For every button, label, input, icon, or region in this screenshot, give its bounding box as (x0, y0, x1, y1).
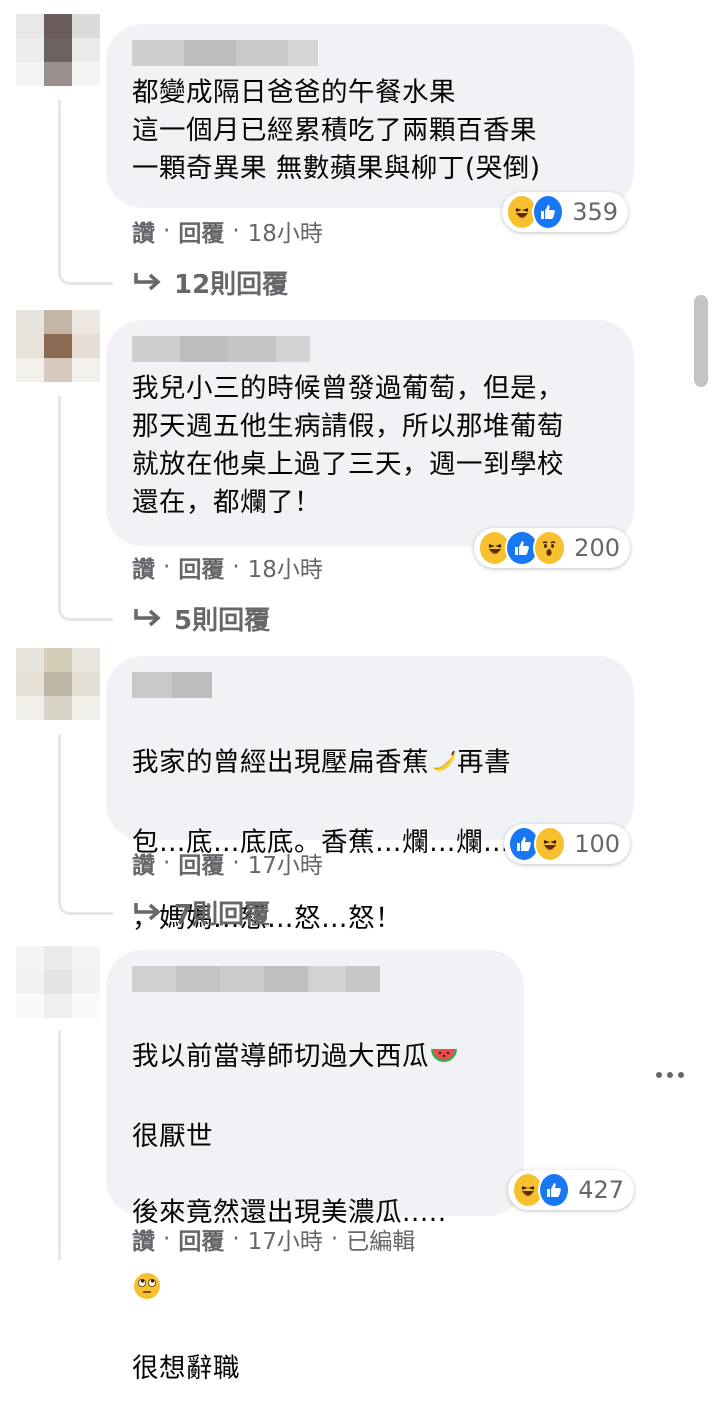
wow-icon (532, 530, 567, 566)
timestamp[interactable]: 18小時 (248, 550, 323, 584)
separator-dot: · (232, 1226, 240, 1252)
thread-line (58, 1030, 113, 1260)
haha-icon (534, 826, 567, 862)
reaction-summary[interactable]: 427 (508, 1170, 634, 1210)
like-button[interactable]: 讚 (132, 1222, 155, 1256)
like-icon (538, 1172, 571, 1208)
avatar[interactable] (16, 14, 100, 86)
view-replies-link[interactable]: 7則回覆 (132, 894, 270, 931)
reply-button[interactable]: 回覆 (178, 214, 224, 248)
comment-bubble: 我家的曾經出現壓扁香蕉 再書 包…底…底底。香蕉…爛…爛…爛 ，媽媽…怒…怒…怒！ (106, 656, 634, 934)
comment-actions: 讚 · 回覆 · 17小時 (132, 846, 323, 880)
like-icon (532, 194, 565, 230)
comment-line: 我家的曾經出現壓扁香蕉 (132, 747, 429, 778)
comment-line: 我以前當導師切過大西瓜 (132, 1041, 429, 1072)
view-replies-link[interactable]: 12則回覆 (132, 264, 288, 301)
reply-arrow-icon (134, 902, 161, 920)
more-options-icon[interactable] (656, 1072, 684, 1078)
avatar[interactable] (16, 310, 100, 382)
comment-line: 很厭世 (132, 1121, 213, 1152)
separator-dot: · (232, 850, 240, 876)
more-dot (678, 1072, 684, 1078)
separator-dot: · (232, 218, 240, 244)
reply-button[interactable]: 回覆 (178, 550, 224, 584)
comment-bubble: 我兒小三的時候曾發過葡萄，但是， 那天週五他生病請假，所以那堆葡萄 就放在他桌上… (106, 320, 634, 546)
reaction-count: 427 (578, 1176, 624, 1204)
reply-arrow-icon (134, 272, 161, 290)
comment-text: 我以前當導師切過大西瓜 很厭世 後來竟然還出現美濃瓜..... 很想辭職 (132, 1000, 498, 1426)
reaction-summary[interactable]: 359 (502, 192, 628, 232)
comment-text: 我兒小三的時候曾發過葡萄，但是， 那天週五他生病請假，所以那堆葡萄 就放在他桌上… (132, 373, 564, 518)
avatar[interactable] (16, 946, 100, 1018)
comment-actions: 讚 · 回覆 · 18小時 (132, 214, 323, 248)
like-button[interactable]: 讚 (132, 846, 155, 880)
view-replies-link[interactable]: 5則回覆 (132, 600, 270, 637)
reply-button[interactable]: 回覆 (178, 846, 224, 880)
thread-line (58, 396, 113, 621)
banana-icon (429, 747, 457, 786)
reaction-count: 200 (574, 534, 620, 562)
separator-dot: · (163, 554, 171, 580)
face-with-rolling-eyes-icon (132, 1271, 162, 1312)
reaction-summary[interactable]: 100 (504, 824, 630, 864)
blurred-author-name (132, 966, 498, 992)
timestamp[interactable]: 17小時 (248, 1222, 323, 1256)
comment-bubble: 我以前當導師切過大西瓜 很厭世 後來竟然還出現美濃瓜..... 很想辭職 (106, 950, 524, 1384)
comment-bubble: 都變成隔日爸爸的午餐水果 這一個月已經累積吃了兩顆百香果 一顆奇異果 無數蘋果與… (106, 24, 634, 208)
reaction-count: 359 (572, 198, 618, 226)
more-dot (656, 1072, 662, 1078)
comment-actions: 讚 · 回覆 · 17小時 · 已編輯 (132, 1222, 415, 1256)
thread-line (58, 734, 113, 915)
comment-actions: 讚 · 回覆 · 18小時 (132, 550, 323, 584)
separator-dot: · (163, 218, 171, 244)
reaction-summary[interactable]: 200 (474, 528, 630, 568)
like-button[interactable]: 讚 (132, 214, 155, 248)
replies-count-label: 7則回覆 (174, 900, 271, 930)
blurred-author-name (132, 40, 608, 66)
comment-line-tail: 再書 (457, 747, 511, 778)
replies-count-label: 5則回覆 (174, 606, 271, 636)
edited-label[interactable]: 已編輯 (346, 1222, 415, 1256)
comment-text: 都變成隔日爸爸的午餐水果 這一個月已經累積吃了兩顆百香果 一顆奇異果 無數蘋果與… (132, 77, 541, 184)
more-dot (667, 1072, 673, 1078)
separator-dot: · (330, 1226, 339, 1252)
reply-button[interactable]: 回覆 (178, 1222, 224, 1256)
comment-line: 很想辭職 (132, 1353, 240, 1384)
reply-arrow-icon (134, 608, 161, 626)
timestamp[interactable]: 18小時 (248, 214, 323, 248)
separator-dot: · (232, 554, 240, 580)
like-button[interactable]: 讚 (132, 550, 155, 584)
separator-dot: · (163, 1226, 171, 1252)
replies-count-label: 12則回覆 (174, 270, 289, 300)
scrollbar[interactable] (694, 295, 708, 387)
reaction-count: 100 (574, 830, 620, 858)
watermelon-icon (429, 1041, 459, 1080)
separator-dot: · (163, 850, 171, 876)
blurred-author-name (132, 672, 608, 698)
avatar[interactable] (16, 648, 100, 720)
blurred-author-name (132, 336, 608, 362)
thread-line (58, 100, 113, 285)
timestamp[interactable]: 17小時 (248, 846, 323, 880)
